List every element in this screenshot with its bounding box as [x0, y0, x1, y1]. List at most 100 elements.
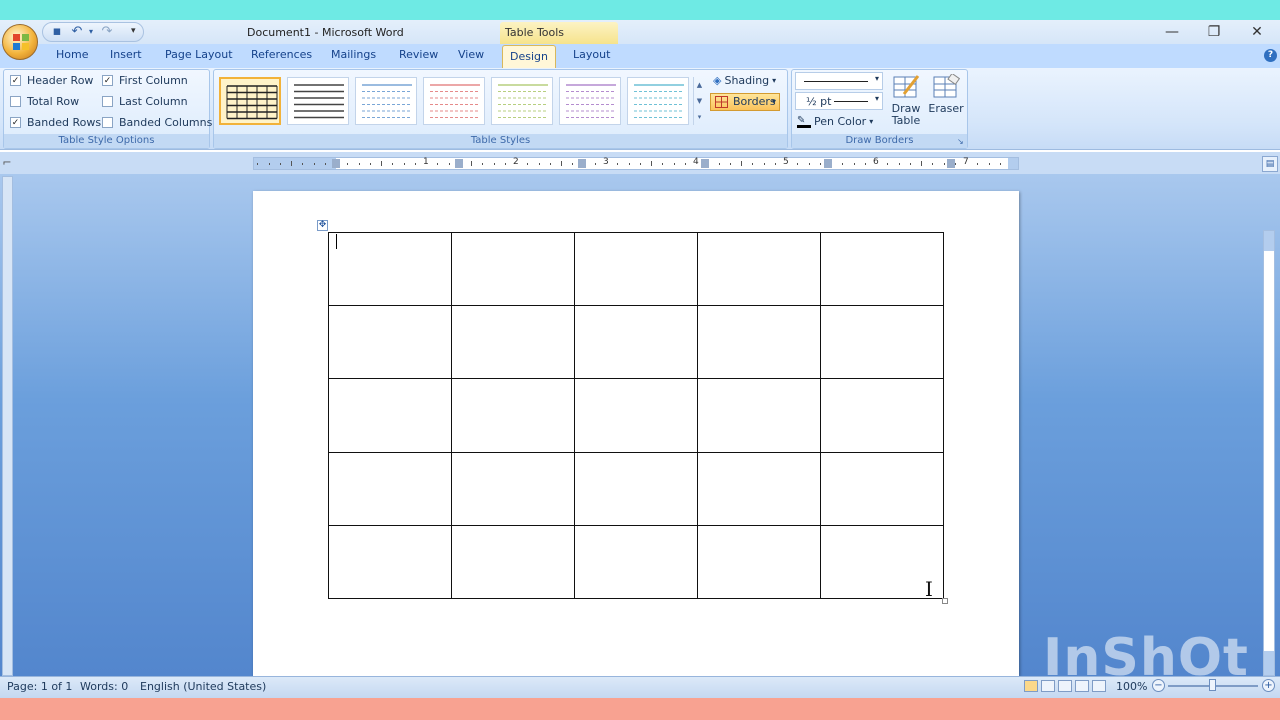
table-cell[interactable]	[697, 378, 821, 453]
redo-icon[interactable]: ↷	[100, 25, 114, 39]
tab-review[interactable]: Review	[399, 48, 438, 61]
table-cell[interactable]	[820, 231, 944, 307]
tab-mailings[interactable]: Mailings	[331, 48, 376, 61]
table-row	[328, 524, 944, 600]
page-count[interactable]: Page: 1 of 1	[7, 680, 72, 693]
table-cell[interactable]	[697, 231, 821, 307]
table-cell[interactable]	[451, 378, 575, 453]
table-style-thumbnail[interactable]	[423, 77, 485, 125]
table-cell[interactable]	[574, 524, 698, 600]
tab-insert[interactable]: Insert	[110, 48, 142, 61]
tab-view[interactable]: View	[458, 48, 484, 61]
table-style-thumbnail[interactable]	[287, 77, 349, 125]
table-style-thumbnail[interactable]	[491, 77, 553, 125]
zoom-slider-thumb[interactable]	[1209, 679, 1216, 691]
document-table[interactable]	[328, 231, 944, 600]
full-screen-reading-icon[interactable]	[1041, 680, 1055, 692]
help-icon[interactable]: ?	[1264, 49, 1277, 62]
table-cell[interactable]	[328, 305, 452, 380]
gallery-down-icon[interactable]: ▼	[694, 93, 705, 109]
table-cell[interactable]	[451, 305, 575, 380]
table-cell[interactable]	[820, 378, 944, 453]
minimize-button[interactable]: —	[1154, 22, 1190, 42]
office-button[interactable]	[2, 24, 38, 60]
table-cell[interactable]	[574, 378, 698, 453]
column-marker[interactable]	[701, 159, 709, 168]
table-cell[interactable]	[697, 524, 821, 600]
pen-style-dropdown[interactable]: ▾	[795, 72, 883, 90]
zoom-in-icon[interactable]: +	[1262, 679, 1275, 692]
table-resize-handle[interactable]	[942, 598, 948, 604]
tab-page-layout[interactable]: Page Layout	[165, 48, 233, 61]
vertical-ruler-right[interactable]	[1263, 230, 1275, 676]
pen-color-button[interactable]: ✎ Pen Color ▾	[797, 115, 873, 128]
column-marker[interactable]	[824, 159, 832, 168]
tab-layout[interactable]: Layout	[573, 48, 610, 61]
view-ruler-button[interactable]: ▤	[1262, 156, 1278, 172]
table-style-thumbnail[interactable]	[219, 77, 281, 125]
header-row-checkbox[interactable]: ✓ Header Row	[10, 74, 93, 87]
close-button[interactable]: ✕	[1239, 22, 1275, 42]
ruler-tick	[313, 163, 315, 165]
gallery-up-icon[interactable]: ▲	[694, 77, 705, 93]
table-cell[interactable]	[574, 231, 698, 307]
zoom-level[interactable]: 100%	[1116, 680, 1147, 693]
outline-view-icon[interactable]	[1075, 680, 1089, 692]
restore-button[interactable]: ❐	[1196, 22, 1232, 42]
banded-rows-checkbox[interactable]: ✓ Banded Rows	[10, 116, 101, 129]
table-cell[interactable]	[820, 451, 944, 526]
draft-view-icon[interactable]	[1092, 680, 1106, 692]
first-column-checkbox[interactable]: ✓ First Column	[102, 74, 188, 87]
word-count[interactable]: Words: 0	[80, 680, 128, 693]
table-cell[interactable]	[820, 305, 944, 380]
table-row	[328, 451, 944, 526]
shading-button[interactable]: ◈ Shading ▾	[713, 74, 776, 87]
table-cell[interactable]	[451, 524, 575, 600]
ruler-tick	[898, 163, 900, 165]
zoom-out-icon[interactable]: −	[1152, 679, 1165, 692]
last-column-checkbox[interactable]: Last Column	[102, 95, 188, 108]
eraser-button[interactable]: Eraser	[928, 72, 964, 115]
draw-table-button[interactable]: Draw Table	[888, 74, 924, 127]
web-layout-icon[interactable]	[1058, 680, 1072, 692]
gallery-more-icon[interactable]: ▾	[694, 109, 705, 125]
table-style-thumbnail[interactable]	[355, 77, 417, 125]
customize-qat-button[interactable]: ▾	[131, 26, 136, 36]
horizontal-ruler[interactable]: 1 2 3 4 5 6 7	[253, 157, 1019, 170]
language-indicator[interactable]: English (United States)	[140, 680, 266, 693]
table-cell[interactable]	[451, 231, 575, 307]
table-cell[interactable]	[328, 231, 452, 307]
table-row	[328, 378, 944, 453]
tab-home[interactable]: Home	[56, 48, 88, 61]
print-layout-view-icon[interactable]	[1024, 680, 1038, 692]
column-marker[interactable]	[455, 159, 463, 168]
table-cell[interactable]	[328, 524, 452, 600]
tab-selector-icon[interactable]: ⌐	[0, 156, 14, 172]
undo-dropdown-icon[interactable]: ▾	[84, 25, 98, 39]
dialog-launcher-icon[interactable]: ↘	[957, 137, 964, 146]
table-cell[interactable]	[328, 451, 452, 526]
column-marker[interactable]	[578, 159, 586, 168]
pen-weight-dropdown[interactable]: ½ pt ▾	[795, 92, 883, 110]
table-cell[interactable]	[697, 305, 821, 380]
ruler-tick	[381, 161, 382, 166]
tab-references[interactable]: References	[251, 48, 312, 61]
table-style-thumbnail[interactable]	[627, 77, 689, 125]
column-marker[interactable]	[947, 159, 955, 168]
checkbox-unchecked-icon	[102, 117, 113, 128]
table-cell[interactable]	[574, 451, 698, 526]
total-row-checkbox[interactable]: Total Row	[10, 95, 79, 108]
table-cell[interactable]	[574, 305, 698, 380]
table-cell[interactable]	[697, 451, 821, 526]
tab-design[interactable]: Design	[502, 45, 556, 69]
ruler-number: 3	[603, 157, 609, 167]
save-icon[interactable]: ▪	[50, 25, 64, 39]
column-marker[interactable]	[332, 159, 340, 168]
table-cell[interactable]	[451, 451, 575, 526]
borders-button[interactable]: Borders ▾	[710, 93, 780, 111]
undo-icon[interactable]: ↶	[70, 25, 84, 39]
table-style-thumbnail[interactable]	[559, 77, 621, 125]
banded-columns-checkbox[interactable]: Banded Columns	[102, 116, 212, 129]
table-cell[interactable]	[328, 378, 452, 453]
table-move-handle-icon[interactable]: ✥	[317, 220, 328, 231]
